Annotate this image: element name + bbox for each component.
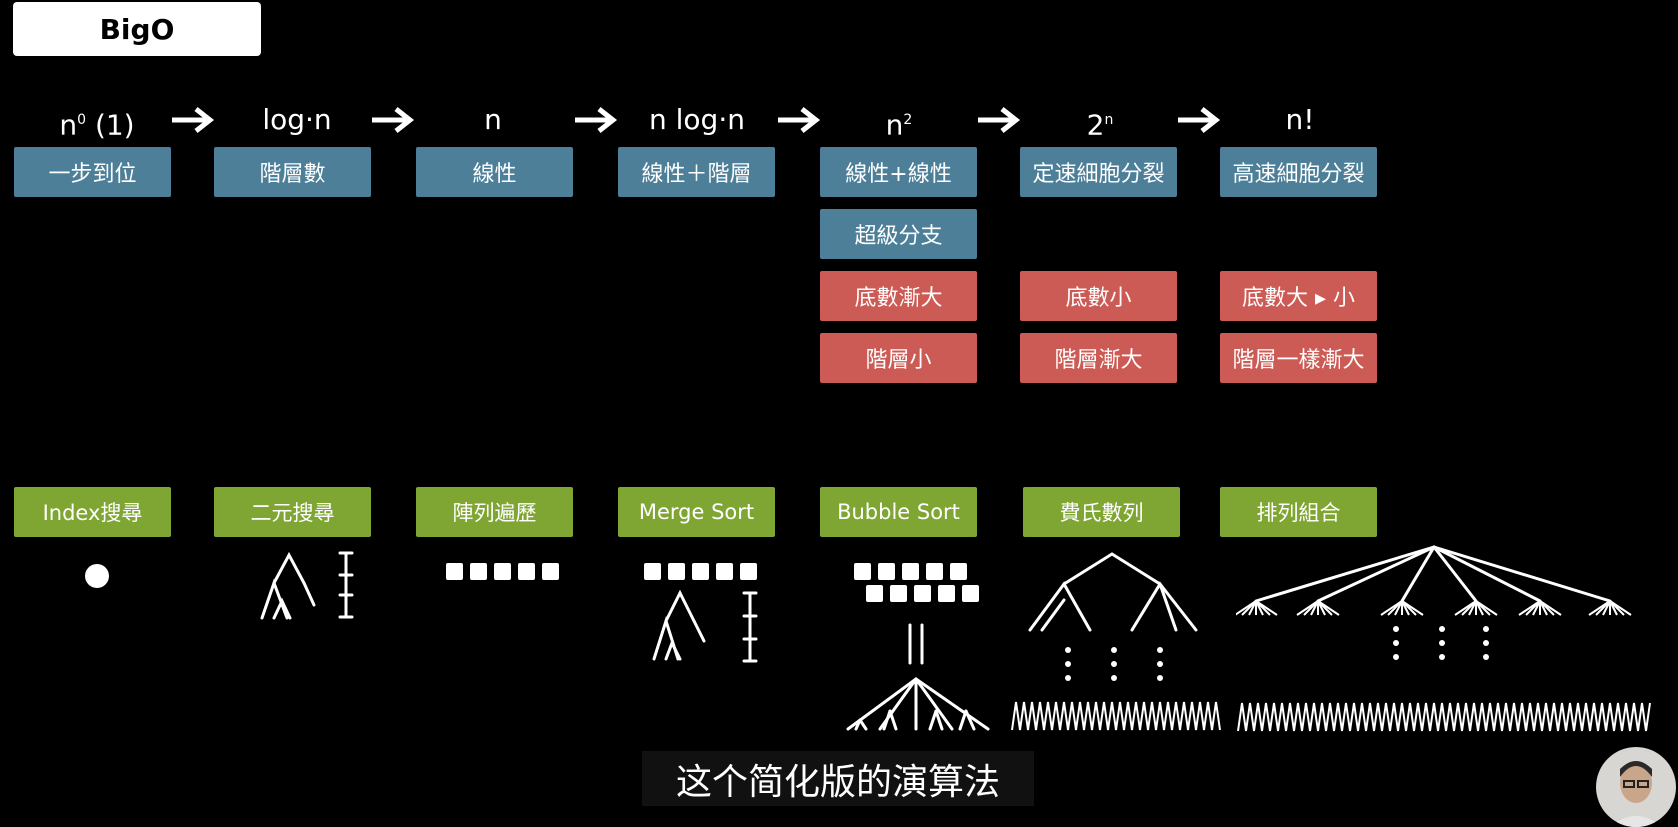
binary-tree-levels-icon <box>260 551 354 620</box>
example-bubble-sort: Bubble Sort <box>820 487 977 537</box>
example-permutation: 排列組合 <box>1220 487 1377 537</box>
desc-linear: 線性 <box>416 147 573 197</box>
complexity-constant: n0 (1) <box>59 108 135 142</box>
complexity-linear: n <box>484 103 502 136</box>
desc-factorial: 高速細胞分裂 <box>1220 147 1377 197</box>
desc-exponential: 定速細胞分裂 <box>1020 147 1177 197</box>
level-growing-label: 階層漸大 <box>1020 333 1177 383</box>
fibonacci-tree-icon <box>1011 552 1221 731</box>
desc-super-branch: 超級分支 <box>820 209 977 259</box>
desc-nlogn: 線性＋階層 <box>618 147 775 197</box>
desc-constant: 一步到位 <box>14 147 171 197</box>
arrow-right-icon <box>1178 107 1221 133</box>
complexity-nlogn: n log·n <box>649 103 745 136</box>
array-row-icon <box>446 563 559 580</box>
arrow-right-icon <box>172 107 215 133</box>
complexity-quadratic: n2 <box>885 108 913 142</box>
complexity-factorial: n! <box>1285 103 1315 136</box>
example-binary-search: 二元搜尋 <box>214 487 371 537</box>
complexity-exponential: 2n <box>1086 108 1114 142</box>
base-growing-label: 底數漸大 <box>820 271 977 321</box>
desc-quadratic: 線性+線性 <box>820 147 977 197</box>
presenter-avatar <box>1596 747 1676 827</box>
level-small-label: 階層小 <box>820 333 977 383</box>
example-merge-sort: Merge Sort <box>618 487 775 537</box>
page-title: BigO <box>13 2 261 56</box>
example-fibonacci: 費氏數列 <box>1023 487 1180 537</box>
arrow-right-icon <box>372 107 415 133</box>
permutation-tree-icon <box>1236 545 1651 732</box>
level-same-growing-label: 階層一樣漸大 <box>1220 333 1377 383</box>
arrow-right-icon <box>778 107 821 133</box>
arrow-right-icon <box>978 107 1021 133</box>
complexity-log: log·n <box>262 103 332 136</box>
example-index-search: Index搜尋 <box>14 487 171 537</box>
merge-sort-icon <box>644 563 758 663</box>
example-array-traversal: 陣列遍歷 <box>416 487 573 537</box>
base-small-label: 底數小 <box>1020 271 1177 321</box>
desc-log: 階層數 <box>214 147 371 197</box>
presenter-face-icon <box>1610 761 1662 827</box>
bubble-sort-icon <box>846 563 990 731</box>
base-large-to-small-label: 底數大 ▸ 小 <box>1220 271 1377 321</box>
arrow-right-icon <box>575 107 618 133</box>
video-subtitle: 这个简化版的演算法 <box>642 751 1034 806</box>
single-dot-icon <box>85 564 109 588</box>
